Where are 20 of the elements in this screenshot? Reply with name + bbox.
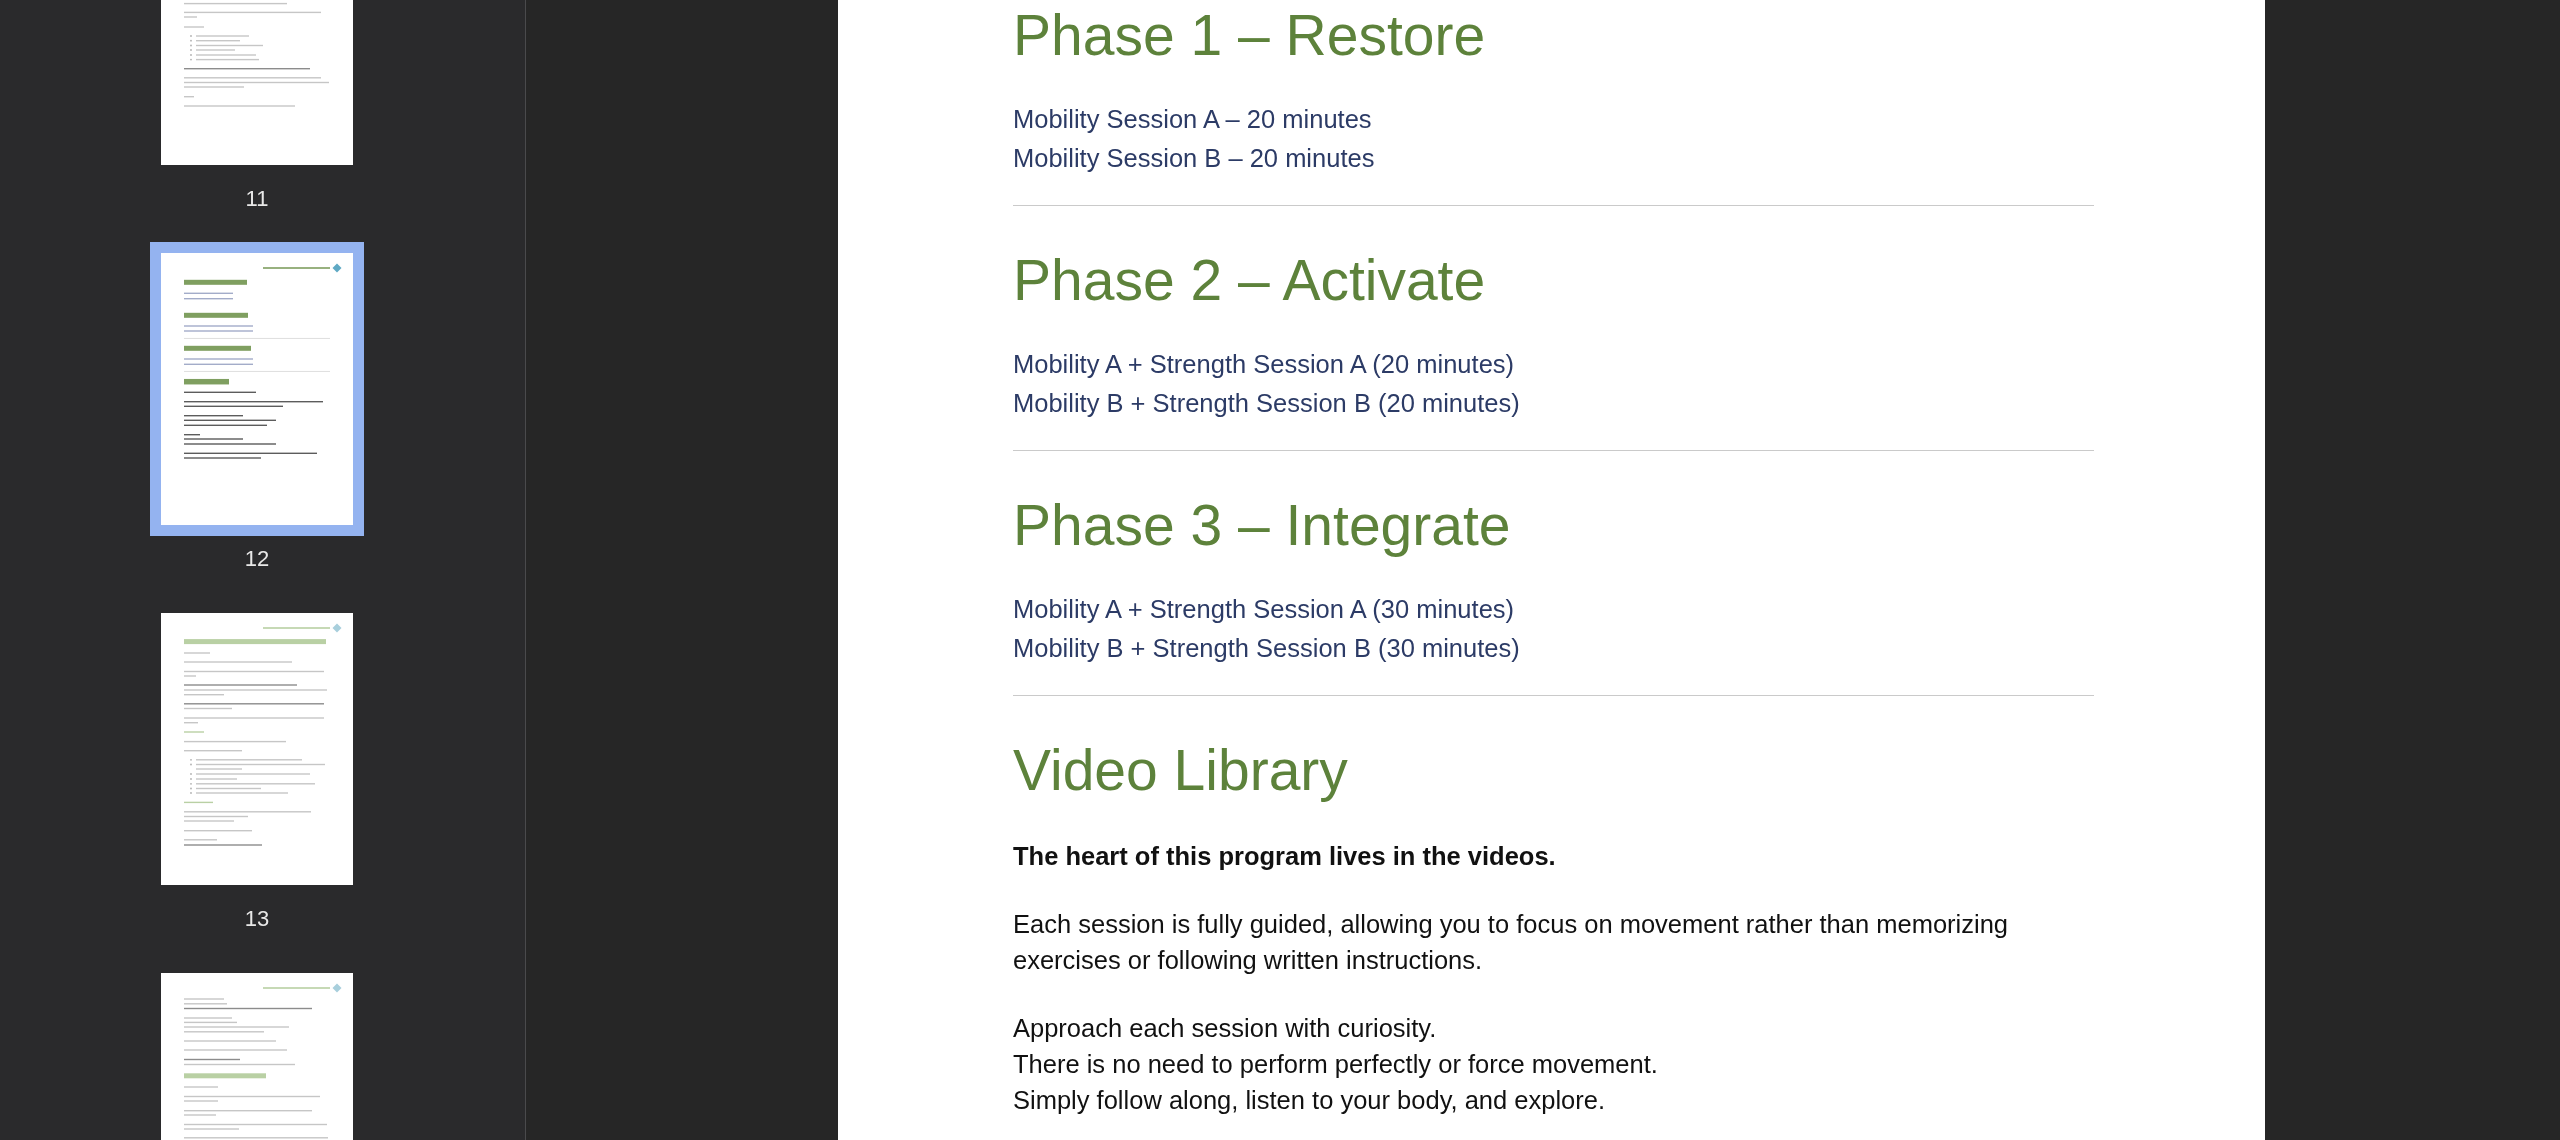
body-text: The heart of this program lives in the videos. xyxy=(1013,841,1557,872)
body-text: There is no need to perform perfectly or force movement. xyxy=(1013,1049,1659,1080)
page-number: 13 xyxy=(244,906,270,932)
session-line: Mobility B + Strength Session B (30 minutes) xyxy=(1013,633,1521,664)
page-thumbnail[interactable] xyxy=(161,613,353,885)
page-number: 12 xyxy=(244,546,270,572)
session-line: Mobility Session A – 20 minutes xyxy=(1013,104,1373,135)
section-heading: Phase 1 – Restore xyxy=(1013,2,1487,69)
session-line: Mobility Session B – 20 minutes xyxy=(1013,143,1376,174)
body-text: Each session is fully guided, allowing you to focus on movement rather than memorizing exercises or following written instructions. xyxy=(1013,909,2009,976)
section-heading: Video Library xyxy=(1013,737,1349,804)
session-line: Mobility B + Strength Session B (20 minutes) xyxy=(1013,388,1521,419)
session-line: Mobility A + Strength Session A (30 minutes) xyxy=(1013,594,1516,625)
section-heading: Phase 3 – Integrate xyxy=(1013,492,1512,559)
page-thumbnail[interactable] xyxy=(150,242,364,536)
body-text: Approach each session with curiosity. xyxy=(1013,1013,1438,1044)
page-number: 11 xyxy=(245,186,269,212)
body-text: Simply follow along, listen to your body, and explore. xyxy=(1013,1085,1607,1116)
session-line: Mobility A + Strength Session A (20 minutes) xyxy=(1013,349,1516,380)
section-heading: Phase 2 – Activate xyxy=(1013,247,1487,314)
